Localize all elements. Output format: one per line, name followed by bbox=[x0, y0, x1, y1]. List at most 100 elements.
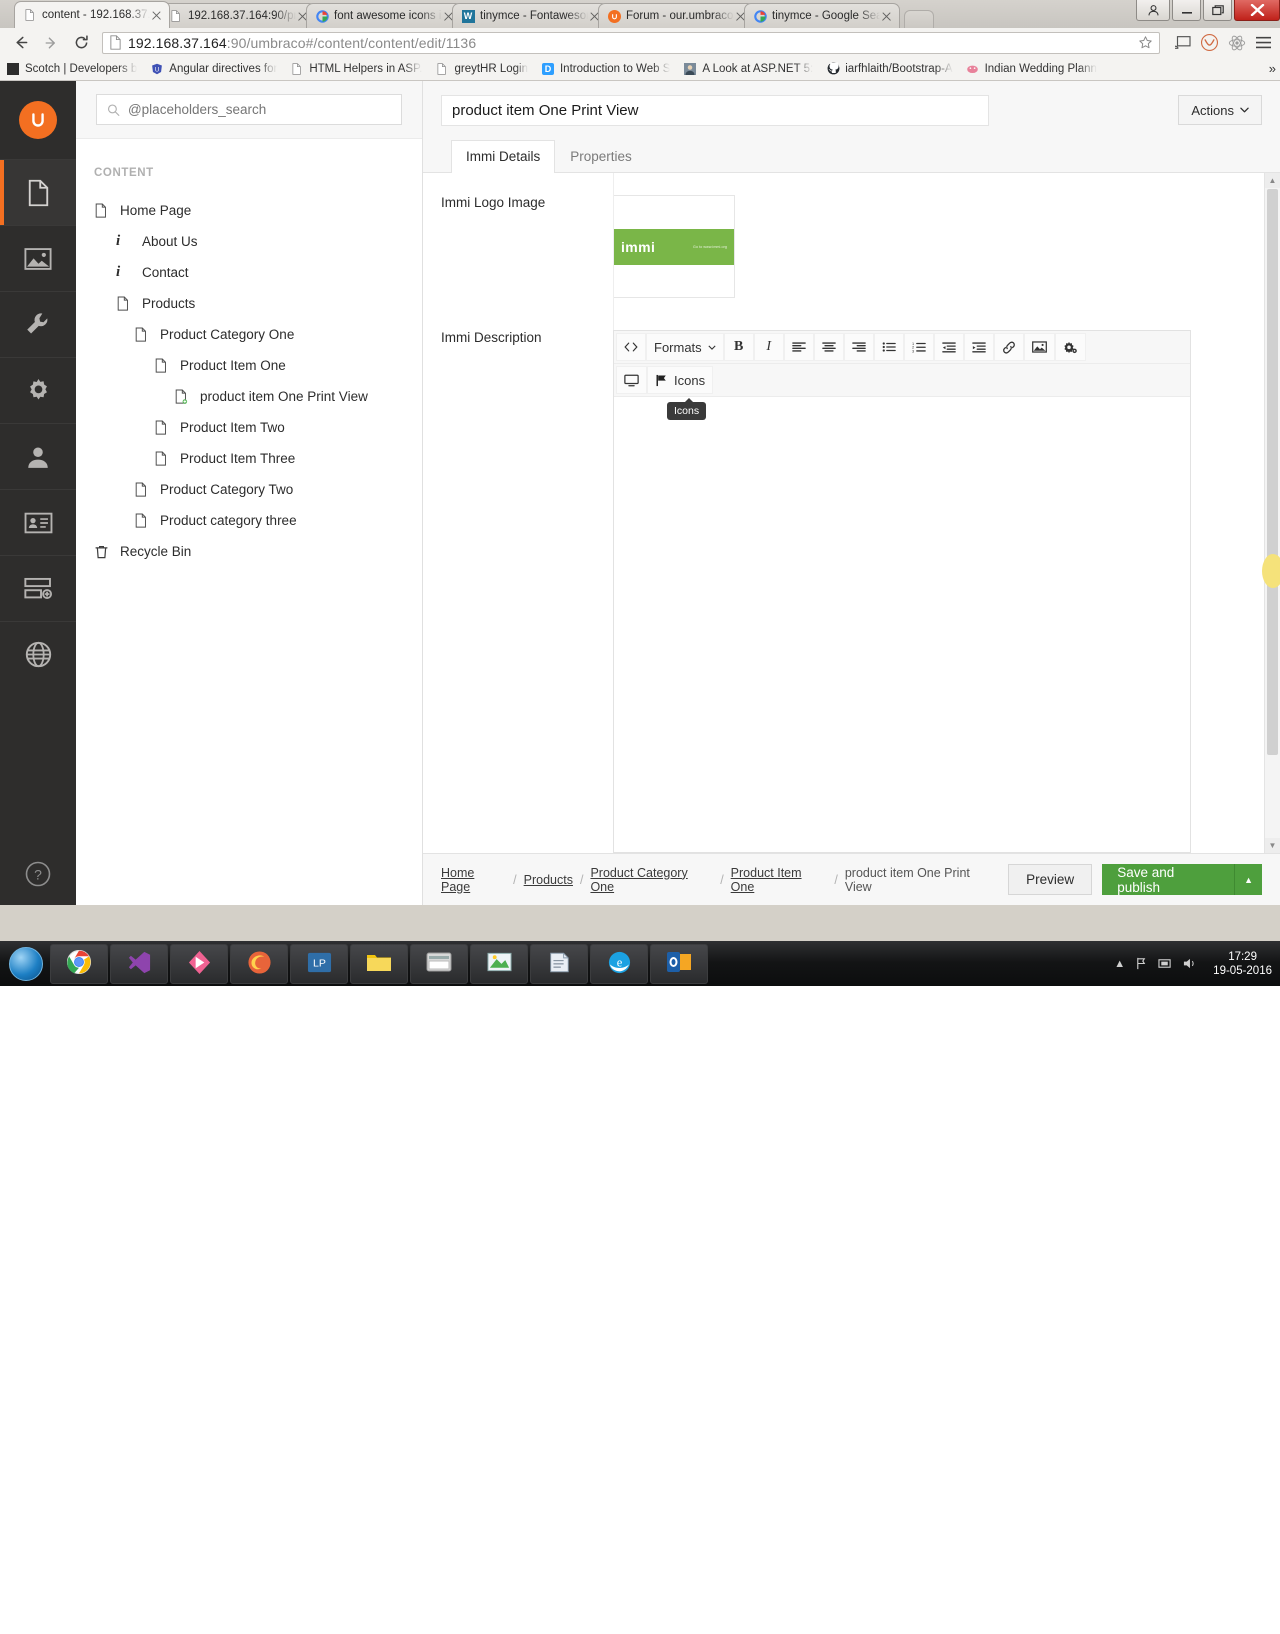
scroll-down-arrow[interactable]: ▼ bbox=[1265, 838, 1280, 853]
sidebar-item-content[interactable] bbox=[0, 159, 76, 225]
rte-image-button[interactable] bbox=[1023, 333, 1055, 361]
bookmark-item[interactable]: A Look at ASP.NET 5: bbox=[683, 62, 813, 76]
taskbar-item-media-player[interactable] bbox=[170, 943, 228, 984]
taskbar-item-visual-studio[interactable] bbox=[110, 943, 168, 984]
user-profile-button[interactable] bbox=[1136, 0, 1170, 21]
tree-node[interactable]: Home Page bbox=[76, 195, 422, 226]
browser-tab[interactable]: Forum - our.umbraco.or bbox=[598, 3, 754, 28]
taskbar-item-notepad[interactable] bbox=[530, 943, 588, 984]
show-hidden-icons-button[interactable]: ▲ bbox=[1114, 958, 1125, 970]
rte-indent-button[interactable] bbox=[963, 333, 994, 361]
rte-source-code-button[interactable] bbox=[616, 333, 646, 361]
taskbar-item-explorer-folder[interactable] bbox=[350, 943, 408, 984]
tree-node[interactable]: Recycle Bin bbox=[76, 536, 422, 567]
scroll-up-arrow[interactable]: ▲ bbox=[1265, 173, 1280, 188]
start-button[interactable] bbox=[4, 944, 48, 984]
rte-bullet-list-button[interactable] bbox=[873, 333, 904, 361]
cast-icon[interactable] bbox=[1174, 35, 1191, 50]
sidebar-item-users[interactable] bbox=[0, 423, 76, 489]
rte-formats-button[interactable]: Formats bbox=[646, 333, 724, 361]
flag-icon[interactable] bbox=[1135, 957, 1148, 970]
taskbar-item-internet-explorer[interactable]: e bbox=[590, 943, 648, 984]
scrollbar-thumb[interactable] bbox=[1267, 189, 1278, 755]
breadcrumb-item[interactable]: Product Category One bbox=[590, 866, 713, 894]
reload-button[interactable] bbox=[68, 31, 94, 55]
taskbar-item-outlook[interactable] bbox=[650, 943, 708, 984]
tree-node[interactable]: Product Item One bbox=[76, 350, 422, 381]
browser-tab[interactable]: content - 192.168.37.16 bbox=[14, 1, 170, 28]
close-window-button[interactable] bbox=[1234, 0, 1280, 21]
rte-macro-button[interactable] bbox=[1054, 333, 1086, 361]
maximize-button[interactable] bbox=[1203, 0, 1232, 21]
bookmark-item[interactable]: iarfhlaith/Bootstrap-A bbox=[826, 62, 953, 76]
save-and-publish-button[interactable]: Save and publish ▲ bbox=[1102, 864, 1262, 895]
browser-tab[interactable]: Wtinymce - Fontawesome bbox=[452, 3, 608, 28]
tab-immi-details[interactable]: Immi Details bbox=[451, 140, 556, 173]
bookmark-item[interactable]: Scotch | Developers b bbox=[6, 62, 137, 76]
tree-node[interactable]: Product category three bbox=[76, 505, 422, 536]
pocket-icon[interactable] bbox=[1200, 33, 1219, 52]
react-devtools-icon[interactable] bbox=[1228, 34, 1246, 52]
taskbar-item-linqpad[interactable]: LP bbox=[290, 943, 348, 984]
preview-button[interactable]: Preview bbox=[1008, 864, 1093, 895]
rte-align-left-button[interactable] bbox=[783, 333, 814, 361]
rte-italic-button[interactable]: I bbox=[753, 333, 784, 361]
rte-link-button[interactable] bbox=[993, 333, 1024, 361]
tree-node[interactable]: i Contact bbox=[76, 257, 422, 288]
star-icon[interactable] bbox=[1138, 35, 1153, 50]
editor-scrollbar[interactable]: ▲ ▼ bbox=[1264, 173, 1280, 853]
bookmarks-overflow-button[interactable]: » bbox=[1269, 61, 1276, 76]
sidebar-item-translation[interactable] bbox=[0, 621, 76, 687]
tree-node[interactable]: Products bbox=[76, 288, 422, 319]
bookmark-item[interactable]: greytHR Login bbox=[435, 62, 528, 76]
network-icon[interactable] bbox=[1158, 957, 1172, 970]
taskbar-item-file-explorer[interactable] bbox=[410, 943, 468, 984]
tab-close-icon[interactable] bbox=[880, 10, 893, 23]
bookmark-item[interactable]: D Introduction to Web S bbox=[541, 62, 670, 76]
taskbar-item-chrome[interactable] bbox=[50, 943, 108, 984]
rte-align-right-button[interactable] bbox=[843, 333, 874, 361]
rte-content-area[interactable] bbox=[614, 397, 1190, 852]
address-bar[interactable]: 192.168.37.164:90/umbraco#/content/conte… bbox=[102, 31, 1160, 54]
new-tab-button[interactable] bbox=[904, 10, 934, 28]
taskbar-item-firefox[interactable] bbox=[230, 943, 288, 984]
rte-bold-button[interactable]: B bbox=[723, 333, 754, 361]
tree-node[interactable]: i About Us bbox=[76, 226, 422, 257]
umbraco-logo[interactable] bbox=[0, 81, 76, 159]
tree-node[interactable]: Product Item Three bbox=[76, 443, 422, 474]
chrome-menu-icon[interactable] bbox=[1255, 35, 1272, 50]
rte-icons-button[interactable]: Icons bbox=[647, 366, 714, 394]
sidebar-item-members[interactable] bbox=[0, 489, 76, 555]
sidebar-item-developer[interactable] bbox=[0, 357, 76, 423]
breadcrumb-item[interactable]: Product Item One bbox=[731, 866, 828, 894]
browser-tab[interactable]: tinymce - Google Searc bbox=[744, 3, 900, 28]
back-button[interactable] bbox=[8, 31, 34, 55]
publish-caret-icon[interactable]: ▲ bbox=[1234, 864, 1262, 895]
logo-image-preview[interactable]: immi Go to www.immi.org bbox=[613, 195, 735, 298]
bookmark-item[interactable]: U Angular directives for bbox=[150, 62, 277, 76]
rte-numbered-list-button[interactable]: 123 bbox=[903, 333, 934, 361]
search-input[interactable] bbox=[127, 102, 391, 117]
sidebar-item-forms[interactable] bbox=[0, 555, 76, 621]
tab-close-icon[interactable] bbox=[150, 9, 163, 22]
tree-node[interactable]: Product Item Two bbox=[76, 412, 422, 443]
browser-tab[interactable]: font awesome icons in t bbox=[306, 3, 462, 28]
rte-outdent-button[interactable] bbox=[933, 333, 964, 361]
taskbar-item-paint[interactable] bbox=[470, 943, 528, 984]
tree-node[interactable]: Product Category One bbox=[76, 319, 422, 350]
side-rail-tab[interactable] bbox=[1262, 554, 1280, 588]
search-box[interactable] bbox=[96, 94, 402, 125]
forward-button[interactable] bbox=[38, 31, 64, 55]
breadcrumb-item[interactable]: Home Page bbox=[441, 866, 506, 894]
browser-tab[interactable]: 192.168.37.164:90/prod bbox=[160, 3, 316, 28]
minimize-button[interactable] bbox=[1172, 0, 1201, 21]
taskbar-clock[interactable]: 17:29 19-05-2016 bbox=[1207, 950, 1272, 978]
bookmark-item[interactable]: HTML Helpers in ASP. bbox=[290, 62, 422, 76]
actions-button[interactable]: Actions bbox=[1178, 95, 1262, 125]
volume-icon[interactable] bbox=[1182, 957, 1197, 970]
sidebar-item-settings[interactable] bbox=[0, 291, 76, 357]
breadcrumb-item[interactable]: Products bbox=[524, 873, 573, 887]
node-name-input[interactable] bbox=[441, 95, 989, 126]
rte-align-center-button[interactable] bbox=[813, 333, 844, 361]
tree-node[interactable]: product item One Print View bbox=[76, 381, 422, 412]
